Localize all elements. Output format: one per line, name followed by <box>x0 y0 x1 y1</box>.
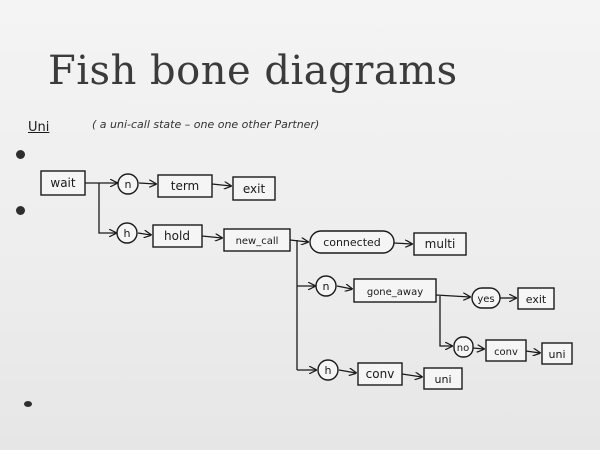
node-exit-label: exit <box>526 293 547 306</box>
connector <box>289 240 308 242</box>
node-h-label: h <box>325 364 332 377</box>
node-new-call-label: new_call <box>236 236 279 247</box>
node-multi-label: multi <box>425 237 456 251</box>
node-n-label: n <box>323 280 330 293</box>
node-term-label: term <box>171 179 200 193</box>
connector <box>137 233 151 235</box>
connector <box>439 296 452 346</box>
node-no-label: no <box>457 343 469 354</box>
connector <box>98 183 116 233</box>
connector <box>138 183 156 184</box>
node-conv-label: conv <box>366 367 395 381</box>
connector <box>435 295 470 297</box>
connector <box>393 243 412 244</box>
connector <box>201 236 222 238</box>
connector <box>525 351 540 353</box>
node-n-label: n <box>125 178 132 191</box>
node-wait-label: wait <box>50 176 76 190</box>
node-yes-label: yes <box>477 294 494 305</box>
node-uni-label: uni <box>435 373 452 386</box>
node-gone-away-label: gone_away <box>367 287 423 298</box>
node-hold-label: hold <box>164 229 190 243</box>
slide: Fish bone diagrams Uni ( a uni-call stat… <box>0 0 600 450</box>
connector <box>401 374 422 377</box>
node-conv-label: conv <box>494 347 518 358</box>
connector <box>472 348 484 349</box>
connector <box>211 184 231 186</box>
node-h-label: h <box>124 227 131 240</box>
node-exit-label: exit <box>243 182 266 196</box>
fishbone-diagram: wait n term exit h hold new_call connect… <box>40 170 573 390</box>
node-uni-label: uni <box>549 348 566 361</box>
connector <box>336 286 352 289</box>
node-connected-label: connected <box>323 236 381 249</box>
connector <box>338 370 356 373</box>
